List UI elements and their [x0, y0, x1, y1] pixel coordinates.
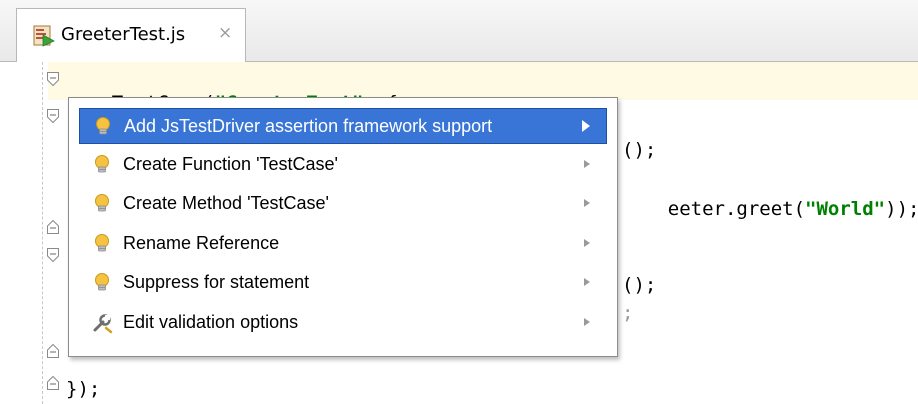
popup-item-create-method[interactable]: Create Method 'TestCase' — [79, 186, 607, 222]
popup-item-label: Suppress for statement — [123, 272, 310, 292]
fold-close-icon[interactable] — [46, 375, 60, 391]
popup-item-edit-validation-options[interactable]: Edit validation options — [79, 305, 607, 341]
close-icon[interactable]: × — [218, 23, 232, 43]
lightbulb-icon — [95, 234, 109, 252]
lightbulb-icon — [95, 194, 109, 212]
fold-guide-line — [42, 62, 43, 404]
tab-greetertest-js[interactable]: GreeterTest.js × — [16, 8, 246, 62]
lightbulb-icon — [95, 155, 109, 173]
code-line-7-tail: (); — [622, 274, 657, 296]
code-line-8-tail: ; — [622, 302, 634, 324]
intention-actions-popup: Add JsTestDriver assertion framework sup… — [68, 97, 618, 357]
code-string: "World" — [805, 198, 886, 220]
submenu-arrow-icon — [584, 160, 590, 168]
popup-item-label: Add JsTestDriver assertion framework sup… — [124, 116, 493, 136]
tab-label: GreeterTest.js — [61, 24, 186, 45]
submenu-arrow-icon — [584, 199, 590, 207]
lightbulb-icon — [95, 273, 109, 291]
popup-item-label: Create Method 'TestCase' — [123, 193, 329, 213]
submenu-arrow-icon — [584, 278, 590, 286]
submenu-arrow-icon — [584, 318, 590, 326]
popup-item-label: Create Function 'TestCase' — [123, 154, 338, 174]
editor-tab-bar: GreeterTest.js × — [0, 0, 918, 62]
popup-item-label: Rename Reference — [123, 233, 280, 253]
popup-item-label: Edit validation options — [123, 312, 299, 332]
submenu-arrow-icon — [582, 120, 590, 132]
code-line-4-tail: eeter.greet("World")); — [622, 176, 918, 242]
popup-item-rename-reference[interactable]: Rename Reference — [79, 226, 607, 262]
fold-close-icon[interactable] — [46, 219, 60, 235]
fold-open-icon[interactable] — [46, 71, 60, 87]
js-test-file-icon — [33, 25, 55, 47]
lightbulb-icon — [96, 117, 110, 135]
code-line-10: }); — [66, 378, 101, 400]
fold-close-icon[interactable] — [46, 343, 60, 359]
fold-open-icon[interactable] — [46, 108, 60, 124]
wrench-icon — [93, 314, 113, 334]
submenu-arrow-icon — [584, 239, 590, 247]
editor-gutter — [0, 62, 48, 404]
code-line-3-tail: (); — [622, 139, 657, 161]
fold-open-icon[interactable] — [46, 247, 60, 263]
popup-item-create-function[interactable]: Create Function 'TestCase' — [79, 147, 607, 183]
code-call: eeter.greet( — [667, 198, 806, 220]
popup-item-add-jstestdriver-support[interactable]: Add JsTestDriver assertion framework sup… — [79, 108, 607, 144]
code-punctuation: )); — [885, 198, 918, 220]
popup-item-suppress-for-statement[interactable]: Suppress for statement — [79, 265, 607, 301]
